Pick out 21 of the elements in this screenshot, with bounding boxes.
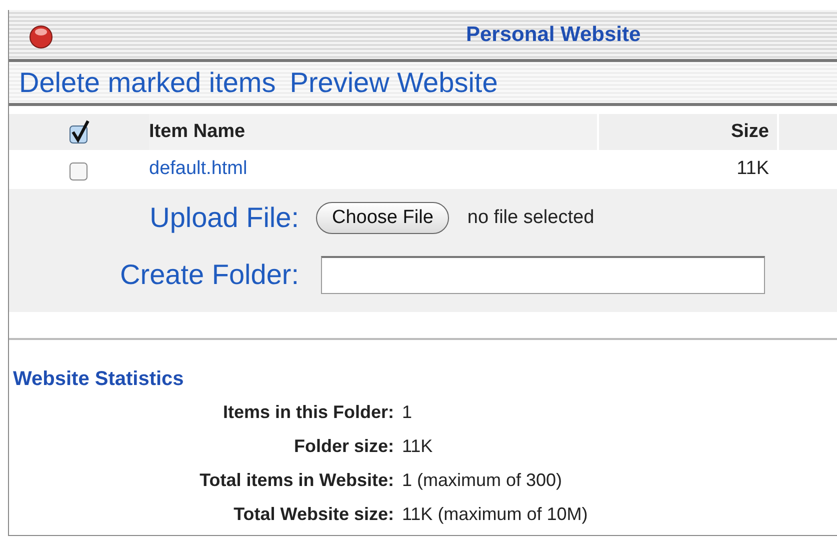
close-icon[interactable] <box>29 25 53 49</box>
stat-value: 11K (maximum of 10M) <box>402 502 588 526</box>
table-cell-text: 11K <box>736 157 769 182</box>
stat-label: Total Website size: <box>234 502 394 526</box>
window-title: Personal Website <box>466 22 641 48</box>
action-link[interactable]: Delete marked items <box>19 62 276 104</box>
section-title: Website Statistics <box>13 367 185 392</box>
stat-value: 1 <box>402 400 412 424</box>
upload-file-label: Upload File: <box>148 201 299 235</box>
file-status: no file selected <box>467 206 594 230</box>
choose-file-button[interactable]: Choose File <box>316 202 450 234</box>
create-folder-label: Create Folder: <box>119 258 299 292</box>
action-link[interactable]: Preview Website <box>290 62 498 104</box>
file-link[interactable]: default.html <box>149 158 248 180</box>
stat-label: Total items in Website: <box>200 468 394 492</box>
stat-label: Folder size: <box>294 434 394 458</box>
folder-name-field[interactable] <box>321 256 765 294</box>
stat-value: 1 (maximum of 300) <box>402 468 562 492</box>
stat-value: 11K <box>402 434 433 458</box>
stat-label: Items in this Folder: <box>222 400 394 424</box>
checkbox[interactable] <box>68 120 90 144</box>
